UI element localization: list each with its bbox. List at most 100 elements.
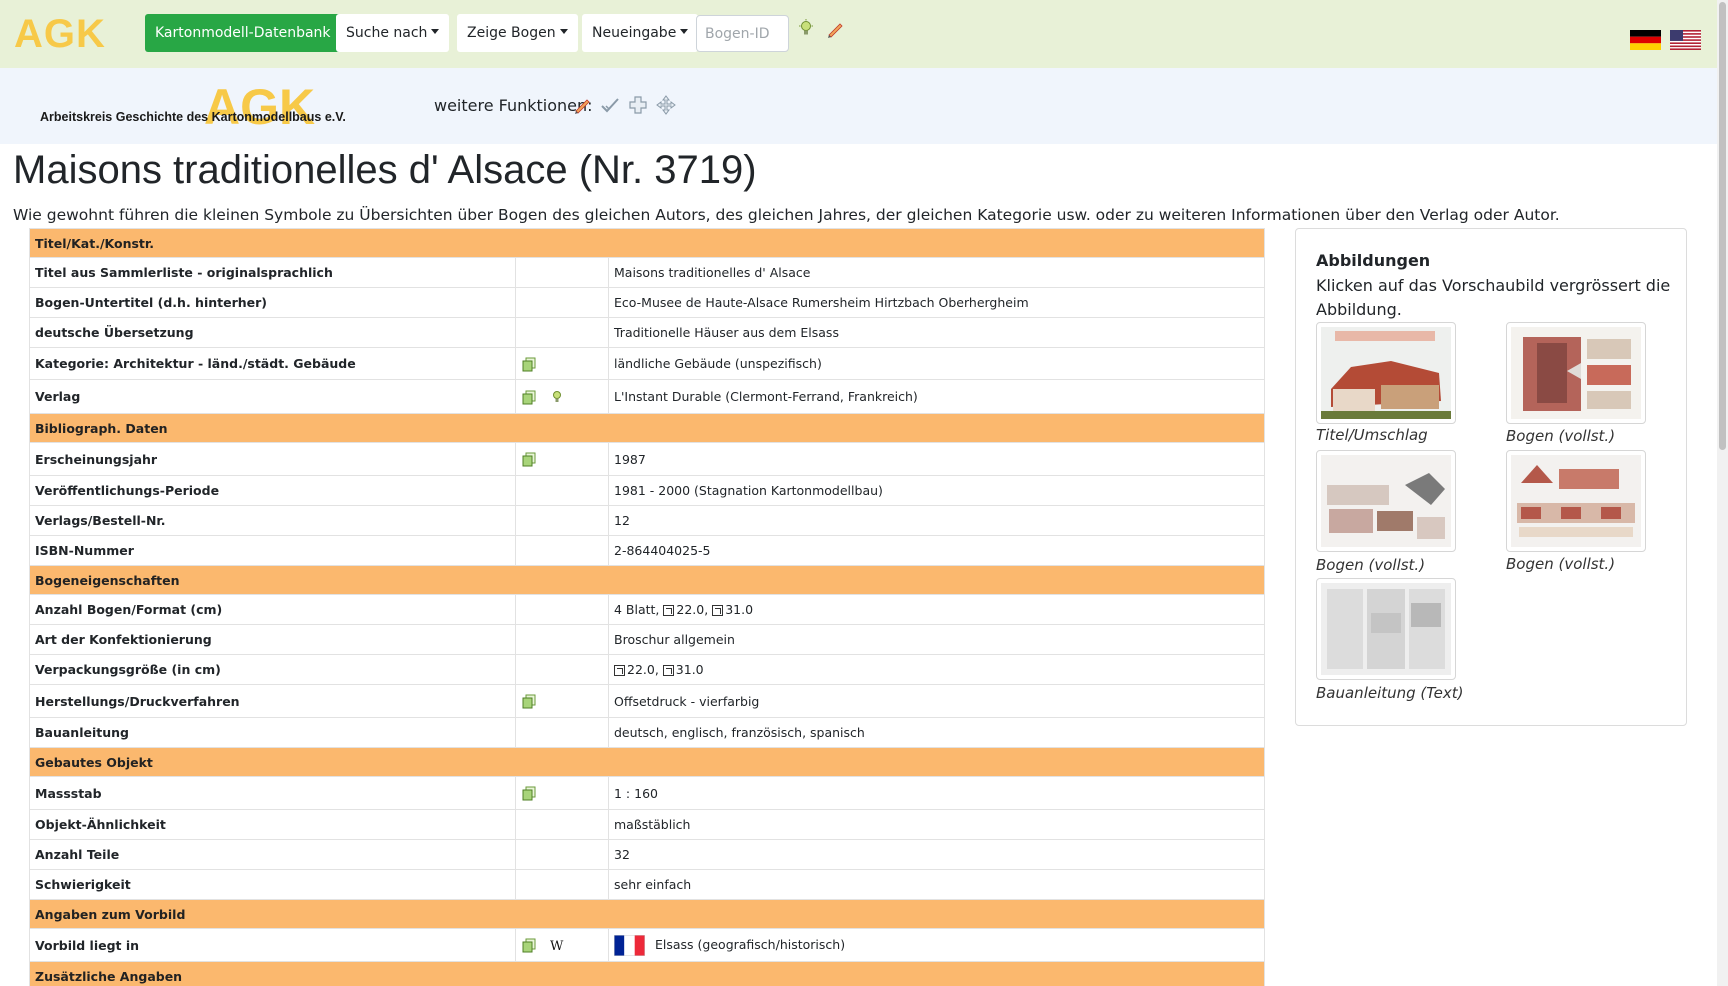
row-label: Vorbild liegt in xyxy=(29,928,516,962)
table-row: Massstab 1 : 160 xyxy=(29,776,1265,810)
cover-image xyxy=(1321,327,1451,419)
search-menu[interactable]: Suche nach xyxy=(336,14,450,52)
bulb-icon[interactable] xyxy=(549,389,565,405)
row-value: 12 xyxy=(608,505,1265,536)
sheet-width: 31.0 xyxy=(725,602,754,617)
flag-fr-icon xyxy=(613,934,646,956)
svg-text:W: W xyxy=(550,939,564,953)
thumbnail-sheet-1[interactable] xyxy=(1506,322,1646,424)
page-title: Maisons traditionelles d' Alsace (Nr. 37… xyxy=(13,148,757,192)
row-value: Broschur allgemein xyxy=(608,624,1265,655)
row-icons xyxy=(515,505,609,536)
copy-icon[interactable] xyxy=(521,389,537,405)
row-icons xyxy=(515,347,609,380)
table-row: Titel aus Sammlerliste - originalsprachl… xyxy=(29,257,1265,288)
row-value: Eco-Musee de Haute-Alsace Rumersheim Hir… xyxy=(608,287,1265,318)
copy-icon[interactable] xyxy=(521,451,537,467)
row-value: Offsetdruck - vierfarbig xyxy=(608,684,1265,718)
section-header: Bogeneigenschaften xyxy=(29,565,1265,595)
page-scrollbar[interactable] xyxy=(1717,0,1728,986)
section-header: Angaben zum Vorbild xyxy=(29,899,1265,929)
show-sheet-menu[interactable]: Zeige Bogen xyxy=(457,14,578,52)
images-panel-title: Abbildungen xyxy=(1316,251,1431,270)
sheet-count: 4 Blatt, xyxy=(614,602,660,617)
scrollbar-thumb[interactable] xyxy=(1719,2,1726,450)
row-label: Anzahl Teile xyxy=(29,839,516,870)
table-row: Anzahl Teile 32 xyxy=(29,839,1265,870)
row-label: Massstab xyxy=(29,776,516,810)
thumbnail-cover[interactable] xyxy=(1316,322,1456,424)
row-icons xyxy=(515,475,609,506)
row-value: sehr einfach xyxy=(608,869,1265,900)
table-row: Bauanleitung deutsch, englisch, französi… xyxy=(29,717,1265,748)
copy-icon[interactable] xyxy=(521,693,537,709)
brand-logo[interactable]: AGK xyxy=(14,14,106,54)
thumbnail-sheet-2[interactable] xyxy=(1316,450,1456,552)
row-label: Bogen-Untertitel (d.h. hinterher) xyxy=(29,287,516,318)
thumbnail-instructions[interactable] xyxy=(1316,578,1456,680)
package-height: 22.0, xyxy=(627,662,659,677)
section-header: Zusätzliche Angaben xyxy=(29,961,1265,986)
pencil-icon[interactable] xyxy=(572,94,594,116)
copy-icon[interactable] xyxy=(521,785,537,801)
top-navbar: AGK Kartonmodell-Datenbank Suche nach Ze… xyxy=(0,0,1717,68)
new-entry-menu[interactable]: Neueingabe xyxy=(582,14,699,52)
row-value: 22.0, 31.0 xyxy=(608,654,1265,685)
row-label: Verlags/Bestell-Nr. xyxy=(29,505,516,536)
table-row: Veröffentlichungs-Periode 1981 - 2000 (S… xyxy=(29,475,1265,506)
details-table: Titel/Kat./Konstr. Titel aus Sammlerlist… xyxy=(29,228,1265,986)
row-icons xyxy=(515,654,609,685)
row-value: 1981 - 2000 (Stagnation Kartonmodellbau) xyxy=(608,475,1265,506)
row-icons xyxy=(515,869,609,900)
row-value: Maisons traditionelles d' Alsace xyxy=(608,257,1265,288)
row-value: 1987 xyxy=(608,442,1265,476)
chevron-down-icon xyxy=(431,28,440,34)
row-value: 4 Blatt, 22.0, 31.0 xyxy=(608,594,1265,625)
row-icons xyxy=(515,624,609,655)
row-label: Herstellungs/Druckverfahren xyxy=(29,684,516,718)
thumbnail-sheet-3[interactable] xyxy=(1506,450,1646,552)
sheet-height: 22.0, xyxy=(676,602,709,617)
table-row: Objekt-Ähnlichkeit maßstäblich xyxy=(29,809,1265,840)
chevron-down-icon xyxy=(680,28,689,34)
sheet-id-input[interactable] xyxy=(696,15,789,52)
row-value: Traditionelle Häuser aus dem Elsass xyxy=(608,317,1265,348)
row-label: Objekt-Ähnlichkeit xyxy=(29,809,516,840)
row-label: Anzahl Bogen/Format (cm) xyxy=(29,594,516,625)
row-icons xyxy=(515,379,609,414)
row-label: Bauanleitung xyxy=(29,717,516,748)
flag-de-icon[interactable] xyxy=(1630,30,1661,50)
table-row: Vorbild liegt in W Elsass (geografisch/h… xyxy=(29,928,1265,962)
table-row: Verlag L'Instant Durable (Clermont-Ferra… xyxy=(29,379,1265,414)
database-button[interactable]: Kartonmodell-Datenbank xyxy=(145,14,341,52)
row-icons xyxy=(515,776,609,810)
row-label: deutsche Übersetzung xyxy=(29,317,516,348)
thumbnail-caption: Titel/Umschlag xyxy=(1316,426,1428,444)
row-icons xyxy=(515,535,609,566)
row-icons xyxy=(515,317,609,348)
bulb-icon[interactable] xyxy=(795,18,817,40)
region-value: Elsass (geografisch/historisch) xyxy=(655,936,846,952)
flag-us-icon[interactable] xyxy=(1670,30,1701,50)
intro-text: Wie gewohnt führen die kleinen Symbole z… xyxy=(13,206,1560,224)
row-label: Verpackungsgröße (in cm) xyxy=(29,654,516,685)
plus-icon[interactable] xyxy=(627,94,649,116)
pencil-icon[interactable] xyxy=(825,18,847,40)
check-icon[interactable] xyxy=(599,94,621,116)
section-header: Titel/Kat./Konstr. xyxy=(29,228,1265,258)
agk-logo[interactable]: AGK Arbeitskreis Geschichte des Kartonmo… xyxy=(40,80,346,140)
table-row: deutsche Übersetzung Traditionelle Häuse… xyxy=(29,317,1265,348)
move-icon[interactable] xyxy=(655,94,677,116)
row-label: Schwierigkeit xyxy=(29,869,516,900)
height-icon xyxy=(663,605,675,616)
row-label: Art der Konfektionierung xyxy=(29,624,516,655)
row-icons xyxy=(515,257,609,288)
row-label: ISBN-Nummer xyxy=(29,535,516,566)
row-value: maßstäblich xyxy=(608,809,1265,840)
images-panel-hint: Klicken auf das Vorschaubild vergrössert… xyxy=(1316,276,1671,319)
thumbnail-caption: Bogen (vollst.) xyxy=(1316,556,1426,574)
wikipedia-icon[interactable]: W xyxy=(549,937,565,953)
copy-icon[interactable] xyxy=(521,356,537,372)
copy-icon[interactable] xyxy=(521,937,537,953)
row-value: 32 xyxy=(608,839,1265,870)
